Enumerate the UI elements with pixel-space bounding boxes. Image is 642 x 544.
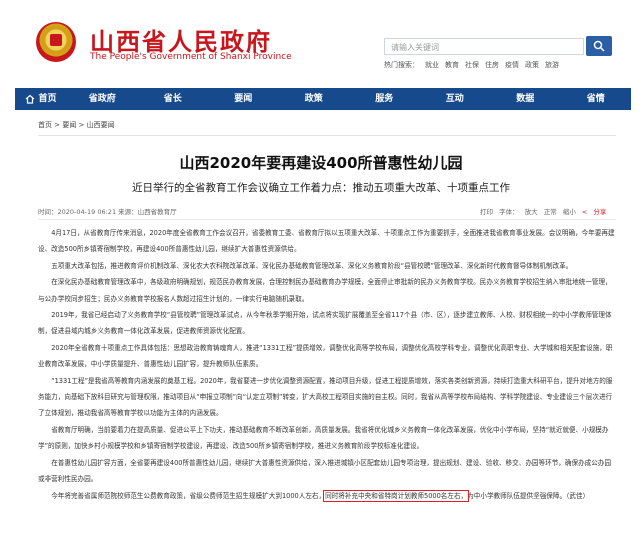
share-label: 分享 — [593, 208, 607, 216]
breadcrumb[interactable]: 首页 > 要闻 > 山西要闻 — [38, 120, 115, 130]
hot-search-label: 热门搜索： — [384, 61, 419, 69]
article-paragraph: 在普惠性幼儿园扩容方面，全省要再建设400所普惠性幼儿园，继续扩大普惠性资源供给… — [38, 458, 612, 484]
national-emblem-icon — [36, 22, 76, 62]
search-input[interactable]: 请输入关键词 — [384, 38, 584, 55]
nav-home-label: 首页 — [38, 94, 57, 104]
article-paragraph: 在深化民办基础教育管理改革中，各级政府明确规划，规范民办教育发展，合理控制民办基… — [38, 278, 612, 303]
site-subtitle: The People's Government of Shanxi Provin… — [90, 52, 292, 62]
text-segment: 今年将完善省属师范院校师范生公费教育政策，省级公费师范生招生规模扩大到1000人… — [51, 491, 326, 500]
hot-term[interactable]: 政策 — [525, 61, 539, 69]
text-segment: 为中小学教师队伍提供坚强保障。（武佳） — [467, 491, 590, 500]
article-tools: 打印 字体： 放大 正常 缩小 < 分享 — [476, 206, 606, 216]
article-paragraph: 2020年全省教育十项重点工作具体包括：思想政治教育铸魂育人，推进“1331工程… — [38, 343, 613, 369]
nav-item-interaction[interactable]: 互动 — [420, 88, 491, 110]
nav-item-service[interactable]: 服务 — [349, 88, 420, 110]
home-icon — [26, 94, 35, 104]
nav-item-province-info[interactable]: 省情 — [561, 88, 632, 110]
article-paragraph: 4月17日，从省教育厅传来消息，2020年度全省教育工作会议召开，省委教育工委、… — [38, 229, 615, 254]
meta-divider — [38, 219, 616, 220]
main-nav: 首页 省政府 省长 要闻 政策 服务 互动 数据 省情 — [15, 88, 631, 110]
hot-term[interactable]: 住房 — [485, 61, 499, 69]
nav-item-government[interactable]: 省政府 — [67, 88, 138, 110]
site-header: 山西省人民政府 The People's Government of Shanx… — [10, 8, 632, 70]
hot-term[interactable]: 疫情 — [505, 61, 519, 69]
hot-term[interactable]: 教育 — [445, 61, 459, 69]
article-paragraph: 2019年，我省已经启动了义务教育学校“县管校聘”管理改革试点，从今年秋季学期开… — [38, 311, 612, 336]
font-smaller-link[interactable]: 缩小 — [563, 208, 576, 216]
hot-term[interactable]: 就业 — [425, 61, 439, 69]
highlighted-text: 同时将补充中央和省特岗计划教师5000名左右， — [323, 489, 470, 502]
nav-item-home[interactable]: 首页 — [15, 88, 67, 110]
hot-term[interactable]: 社保 — [465, 61, 479, 69]
divider — [38, 135, 616, 136]
search-icon — [593, 40, 605, 52]
article-title: 山西2020年要再建设400所普惠性幼儿园 — [179, 154, 463, 172]
article-body: 4月17日，从省教育厅传来消息，2020年度全省教育工作会议召开，省委教育工委、… — [38, 225, 616, 504]
search-button[interactable] — [586, 36, 612, 56]
article-paragraph-last: 今年将完善省属师范院校师范生公费教育政策，省级公费师范生招生规模扩大到1000人… — [38, 488, 616, 504]
nav-item-policy[interactable]: 政策 — [279, 88, 350, 110]
article-paragraph: 省教育厅明确，当前要着力在提高质量、促进公平上下功夫，推动基础教育不断改革创新，… — [38, 425, 609, 451]
font-normal-link[interactable]: 正常 — [544, 208, 557, 216]
hot-term[interactable]: 旅游 — [545, 61, 559, 69]
share-button[interactable]: < 分享 — [582, 208, 607, 216]
print-link[interactable]: 打印 — [480, 208, 493, 216]
article-subtitle: 近日举行的全省教育工作会议确立工作着力点：推动五项重大改革、十项重点工作 — [132, 182, 510, 194]
nav-item-governor[interactable]: 省长 — [138, 88, 209, 110]
hot-search: 热门搜索： 就业 教育 社保 住房 疫情 政策 旅游 — [384, 60, 565, 70]
nav-item-news[interactable]: 要闻 — [208, 88, 279, 110]
article-paragraph: 五项重大改革包括，推进教育评价机制改革、深化农大农科院改革改革、深化民办基础教育… — [51, 261, 573, 270]
article-meta: 时间：2020-04-19 06:21 来源：山西省教育厅 — [38, 208, 177, 216]
nav-item-data[interactable]: 数据 — [490, 88, 561, 110]
font-size-label: 字体： — [499, 208, 519, 216]
font-larger-link[interactable]: 放大 — [525, 208, 538, 216]
article-paragraph: “1331工程”是我省高等教育内涵发展的奠基工程。2020年，我省要进一步优化调… — [38, 376, 613, 418]
